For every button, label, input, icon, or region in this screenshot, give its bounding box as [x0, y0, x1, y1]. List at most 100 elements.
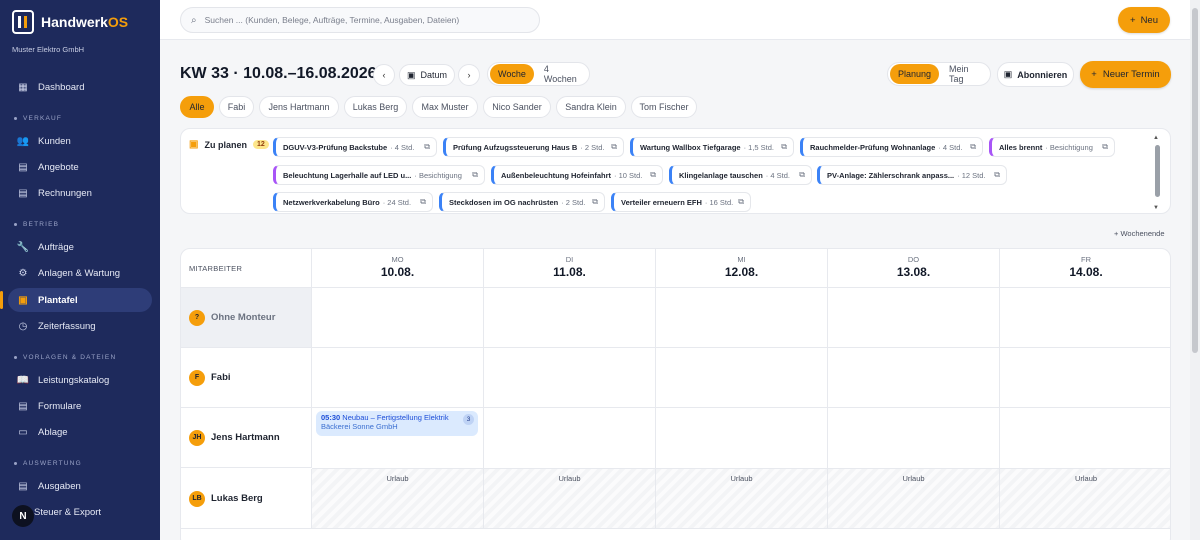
unplanned-count-badge: 12 [252, 140, 269, 149]
unplanned-item[interactable]: Alles brennt · Besichtigung ⧉ [989, 137, 1115, 157]
nav-anlagen[interactable]: ⚙ Anlagen & Wartung [8, 261, 152, 285]
logo-icon [12, 10, 34, 34]
nav-dashboard[interactable]: ▦ Dashboard [8, 75, 152, 99]
appointment-count-badge: 3 [463, 414, 474, 425]
external-link-icon[interactable]: ⧉ [994, 170, 1000, 180]
search-input[interactable] [204, 15, 525, 25]
nav-label: Zeiterfassung [38, 320, 96, 332]
nav-label: Aufträge [38, 241, 74, 253]
unplanned-item[interactable]: Wartung Wallbox Tiefgarage · 1,5 Std. ⧉ [630, 137, 794, 157]
subscribe-button[interactable]: ▣ Abonnieren [997, 62, 1074, 87]
nav-leistungskatalog[interactable]: 📖 Leistungskatalog [8, 368, 152, 392]
appointment-time: 05:30 [321, 413, 341, 422]
nav-rechnungen[interactable]: ▤ Rechnungen [8, 181, 152, 205]
schedule-cell[interactable] [484, 408, 656, 469]
nav-ausgaben[interactable]: ▤ Ausgaben [8, 474, 152, 498]
nav-formulare[interactable]: ▤ Formulare [8, 394, 152, 418]
external-link-icon[interactable]: ⧉ [420, 197, 426, 207]
schedule-cell[interactable] [484, 348, 656, 408]
schedule-cell-vacation[interactable]: Urlaub [1000, 469, 1170, 529]
schedule-cell[interactable] [1000, 408, 1170, 469]
external-link-icon[interactable]: ⧉ [592, 197, 598, 207]
page-scrollbar[interactable] [1190, 0, 1200, 540]
view-week-tab[interactable]: Woche [490, 64, 534, 84]
schedule-cell[interactable] [656, 408, 828, 469]
brand[interactable]: HandwerkOS [12, 10, 128, 34]
external-link-icon[interactable]: ⧉ [472, 170, 478, 180]
filter-sandra-klein[interactable]: Sandra Klein [556, 96, 626, 118]
schedule-cell-vacation[interactable]: Urlaub [484, 469, 656, 529]
schedule-cell[interactable] [828, 348, 1000, 408]
nav-label: Formulare [38, 400, 82, 412]
schedule-cell[interactable] [656, 348, 828, 408]
schedule-cell[interactable] [312, 348, 484, 408]
search-icon: ⌕ [191, 14, 197, 26]
external-link-icon[interactable]: ⧉ [424, 142, 430, 152]
filter-max-muster[interactable]: Max Muster [412, 96, 478, 118]
unplanned-item[interactable]: Steckdosen im OG nachrüsten · 2 Std. ⧉ [439, 192, 605, 212]
schedule-cell[interactable] [484, 288, 656, 348]
triangle-down-icon[interactable]: ▼ [1153, 205, 1159, 211]
unplanned-item[interactable]: Netzwerkverkabelung Büro · 24 Std. ⧉ [273, 192, 433, 212]
employee-row-label: LB Lukas Berg [181, 469, 312, 529]
external-link-icon[interactable]: ⧉ [781, 142, 787, 152]
unplanned-item[interactable]: Rauchmelder-Prüfung Wohnanlage · 4 Std. ⧉ [800, 137, 983, 157]
unplanned-item[interactable]: Klingelanlage tauschen · 4 Std. ⧉ [669, 165, 812, 185]
triangle-up-icon[interactable]: ▲ [1153, 135, 1159, 141]
next-week-button[interactable]: › [458, 64, 480, 86]
unplanned-item[interactable]: PV-Anlage: Zählerschrank anpass... · 12 S… [817, 165, 1007, 185]
external-link-icon[interactable]: ⧉ [611, 142, 617, 152]
external-link-icon[interactable]: ⧉ [1102, 142, 1108, 152]
topbar: ⌕ +Neu [160, 0, 1190, 40]
unplanned-item[interactable]: DGUV-V3-Prüfung Backstube · 4 Std. ⧉ [273, 137, 437, 157]
schedule-cell[interactable] [312, 288, 484, 348]
user-avatar[interactable]: N [12, 505, 34, 527]
date-picker-button[interactable]: ▣ Datum [399, 64, 455, 86]
external-link-icon[interactable]: ⧉ [650, 170, 656, 180]
schedule-cell-vacation[interactable]: Urlaub [312, 469, 484, 529]
search-box[interactable]: ⌕ [180, 7, 540, 33]
schedule-cell[interactable] [656, 288, 828, 348]
unplanned-item[interactable]: Prüfung Aufzugssteuerung Haus B · 2 Std. ⧉ [443, 137, 624, 157]
new-appointment-button[interactable]: + Neuer Termin [1080, 61, 1171, 88]
filter-fabi[interactable]: Fabi [219, 96, 254, 118]
schedule-cell-vacation[interactable]: Urlaub [656, 469, 828, 529]
employee-row-label: JH Jens Hartmann [181, 408, 312, 468]
nav-kunden[interactable]: 👥 Kunden [8, 129, 152, 153]
plus-icon: + [1091, 69, 1097, 80]
filter-jens-hartmann[interactable]: Jens Hartmann [259, 96, 339, 118]
filter-nico-sander[interactable]: Nico Sander [483, 96, 551, 118]
nav-label: Anlagen & Wartung [38, 267, 121, 279]
mode-planung-tab[interactable]: Planung [890, 64, 940, 84]
nav-zeiterfassung[interactable]: ◷ Zeiterfassung [8, 314, 152, 338]
filter-lukas-berg[interactable]: Lukas Berg [344, 96, 407, 118]
filter-alle[interactable]: Alle [180, 96, 214, 118]
unplanned-item[interactable]: Außenbeleuchtung Hofeinfahrt · 10 Std. ⧉ [491, 165, 663, 185]
schedule-cell[interactable] [1000, 288, 1170, 348]
nav-auftraege[interactable]: 🔧 Aufträge [8, 235, 152, 259]
external-link-icon[interactable]: ⧉ [970, 142, 976, 152]
scrollbar-thumb[interactable] [1155, 145, 1160, 197]
unplanned-panel: ▣ Zu planen 12 DGUV-V3-Prüfung Backstube… [180, 128, 1171, 214]
new-button[interactable]: + Neu [1118, 7, 1170, 33]
nav-label: Steuer & Export [34, 506, 102, 518]
unplanned-item[interactable]: Beleuchtung Lagerhalle auf LED u... · Bes… [273, 165, 485, 185]
external-link-icon[interactable]: ⧉ [738, 197, 744, 207]
prev-week-button[interactable]: ‹ [373, 64, 395, 86]
schedule-cell[interactable] [828, 288, 1000, 348]
mode-meintag-tab[interactable]: Mein Tag [941, 64, 988, 84]
scrollbar-thumb[interactable] [1192, 8, 1198, 353]
external-link-icon[interactable]: ⧉ [799, 170, 805, 180]
show-weekend-toggle[interactable]: + Wochenende [1114, 229, 1165, 238]
nav-ablage[interactable]: ▭ Ablage [8, 420, 152, 444]
nav-plantafel[interactable]: ▣ Plantafel [0, 288, 152, 312]
schedule-cell[interactable] [828, 408, 1000, 469]
unplanned-item[interactable]: Verteiler erneuern EFH · 16 Std. ⧉ [611, 192, 751, 212]
view-4weeks-tab[interactable]: 4 Wochen [536, 64, 587, 84]
nav-angebote[interactable]: ▤ Angebote [8, 155, 152, 179]
schedule-cell[interactable] [1000, 348, 1170, 408]
filter-tom-fischer[interactable]: Tom Fischer [631, 96, 697, 118]
appointment-card[interactable]: 05:30 Neubau – Fertigstellung Elektrik B… [316, 411, 478, 436]
unplanned-scrollbar[interactable]: ▲ ▼ [1153, 135, 1163, 211]
schedule-cell-vacation[interactable]: Urlaub [828, 469, 1000, 529]
